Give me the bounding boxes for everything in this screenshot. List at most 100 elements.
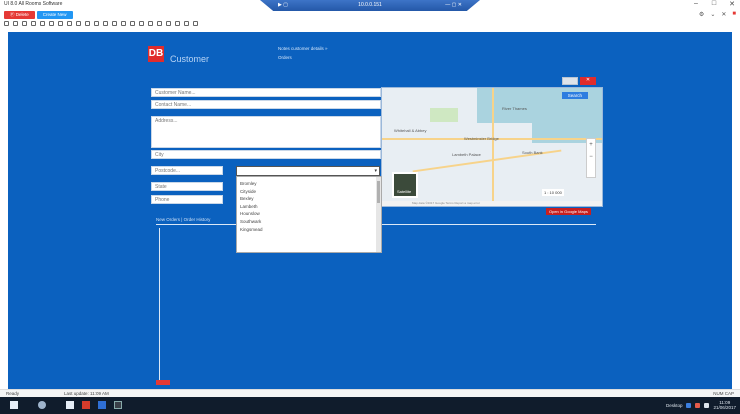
dropdown-option[interactable]: Bexley [240,195,378,203]
dropdown-option[interactable]: Southwark [240,218,378,226]
toolbar [4,21,198,29]
chevron-down-icon: ▾ [374,168,377,174]
map-label: Westminster Bridge [464,136,499,141]
search-icon[interactable] [38,401,46,409]
map-view[interactable]: Whitehall & Abbey Westminster Bridge Lam… [381,87,603,207]
status-right: NUM CAP [713,391,734,396]
volume-icon[interactable] [704,402,710,408]
toolbar-icon[interactable] [139,21,144,26]
toolbar-icon[interactable] [49,21,54,26]
zoom-control[interactable]: + − [586,138,596,178]
satellite-toggle[interactable]: Satellite [392,172,418,198]
header-links: Notes customer details » Orders [278,44,328,62]
contact-name-field[interactable]: Contact Name... [151,100,381,109]
stop-icon[interactable]: ■ [732,11,736,18]
toolbar-icon[interactable] [184,21,189,26]
scrollbar-thumb[interactable] [377,181,380,203]
map-close-button[interactable]: ✕ [580,77,596,85]
customer-details-link[interactable]: Notes customer details » [278,44,328,53]
toolbar-icon[interactable] [76,21,81,26]
toolbar-icon[interactable] [85,21,90,26]
close-icon[interactable]: ✕ [721,11,726,18]
toolbar-icon[interactable] [13,21,18,26]
right-tools: ⚙ ⌄ ✕ ■ [699,11,736,18]
toolbar-icon[interactable] [193,21,198,26]
satellite-label: Satellite [397,189,412,194]
toolbar-icon[interactable] [67,21,72,26]
state-field[interactable]: State [151,182,223,191]
dropdown-option[interactable]: Hounslow [240,210,378,218]
notification-icon[interactable] [695,402,701,408]
maximize-button[interactable]: □ [710,0,718,8]
tab-strip[interactable]: New Orders | Order History [156,217,210,222]
remote-bar-right[interactable]: — ▢ ✕ [445,2,462,8]
customer-name-field[interactable]: Customer Name... [151,88,381,97]
close-button[interactable]: ✕ [728,0,736,8]
toolbar-icon[interactable] [157,21,162,26]
toolbar-icon[interactable] [40,21,45,26]
map-search-button[interactable]: Search [561,92,588,99]
app-icon[interactable] [82,401,90,409]
toolbar-icon[interactable] [175,21,180,26]
map-minimize-button[interactable] [562,77,578,85]
orders-link[interactable]: Orders [278,53,328,62]
status-bar: Ready Last update: 11:09 AM NUM CAP [0,389,740,397]
city-field[interactable]: City [151,150,381,159]
bottom-marker [156,380,170,385]
status-middle: Last update: 11:09 AM [64,391,109,396]
address-field[interactable]: Address... [151,116,381,148]
dropdown-option[interactable]: Bromley [240,180,378,188]
delete-button[interactable]: Ⓟ Delete [4,11,35,19]
minimize-button[interactable]: – [692,0,700,8]
dropdown-option[interactable]: Kingsmead [240,226,378,234]
map-scale: 1 : 10 000 [542,189,564,196]
system-tray: Desktop 11:09 21/06/2017 [666,400,736,410]
page-title: Customer [170,54,210,64]
chevron-down-icon[interactable]: ⌄ [710,11,715,18]
clock[interactable]: 11:09 21/06/2017 [713,400,736,410]
clock-date: 21/06/2017 [713,405,736,410]
map-park [430,108,458,122]
zoom-out-button[interactable]: − [587,151,595,163]
network-icon[interactable] [686,402,692,408]
remote-session-bar[interactable]: ▶ ▢ 10.0.0.151 — ▢ ✕ [260,0,480,11]
start-icon[interactable] [10,401,18,409]
dropdown-option[interactable]: Cityside [240,188,378,196]
toolbar-icon[interactable] [112,21,117,26]
toolbar-icon[interactable] [103,21,108,26]
map-label: Lambeth Palace [452,152,481,157]
toolbar-icon[interactable] [121,21,126,26]
toolbar-icon[interactable] [4,21,9,26]
map-label: Whitehall & Abbey [394,128,427,133]
toolbar-icon[interactable] [31,21,36,26]
toolbar-icon[interactable] [22,21,27,26]
toolbar-icon[interactable] [94,21,99,26]
action-buttons: Ⓟ Delete Create New [4,11,73,19]
task-view-icon[interactable] [66,401,74,409]
app-logo: DB [148,46,164,62]
map-road [492,88,494,206]
map-label: South Bank [522,150,543,155]
map-label: River Thames [502,106,527,111]
app-icon[interactable] [98,401,106,409]
postcode-field[interactable]: Postcode... [151,166,223,175]
area-dropdown-list[interactable]: Bromley Cityside Bexley Lambeth Hounslow Sout… [236,176,382,253]
taskbar: Desktop 11:09 21/06/2017 [0,397,740,414]
window-title: UI 8.0 All Rooms Software [4,1,63,7]
dropdown-scrollbar[interactable] [376,177,381,252]
area-select[interactable]: ▾ [236,166,380,176]
settings-icon[interactable]: ⚙ [699,11,704,18]
phone-field[interactable]: Phone [151,195,223,204]
app-icon[interactable] [114,401,122,409]
toolbar-icon[interactable] [166,21,171,26]
window-controls: – □ ✕ [692,0,736,8]
open-map-link[interactable]: Open in Google Maps [546,208,591,215]
tray-label[interactable]: Desktop [666,403,683,408]
toolbar-icon[interactable] [148,21,153,26]
create-new-button[interactable]: Create New [36,11,73,19]
toolbar-icon[interactable] [58,21,63,26]
dropdown-option[interactable]: Lambeth [240,203,378,211]
toolbar-icon[interactable] [130,21,135,26]
content-border [159,228,160,380]
zoom-in-button[interactable]: + [587,139,595,151]
